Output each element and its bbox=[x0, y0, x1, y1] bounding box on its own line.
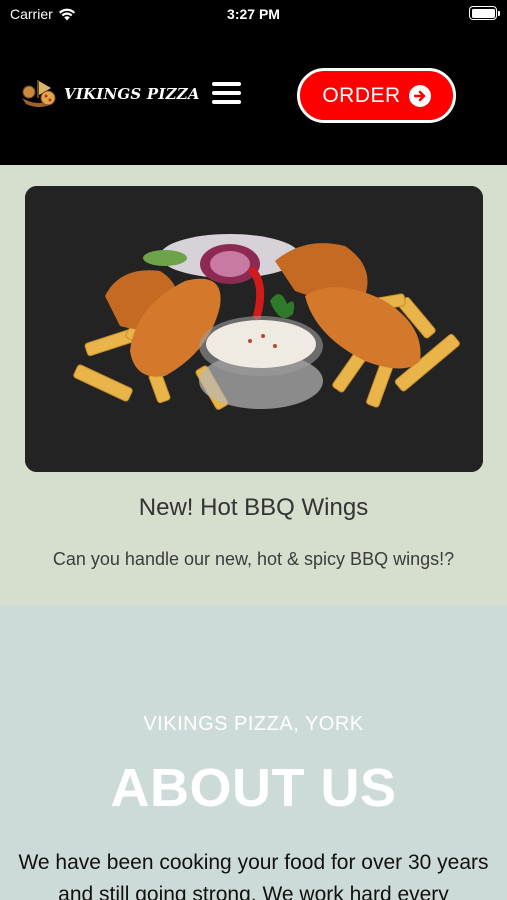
about-title: ABOUT US bbox=[110, 758, 397, 818]
site-header: VIKINGS PIZZA ORDER bbox=[0, 30, 507, 165]
promo-section: New! Hot BBQ Wings Can you handle our ne… bbox=[0, 165, 507, 605]
about-body-text: We have been cooking your food for over … bbox=[18, 851, 489, 900]
battery-icon bbox=[469, 6, 500, 20]
promo-title: New! Hot BBQ Wings bbox=[138, 494, 369, 521]
wings-and-fries-illustration bbox=[25, 186, 483, 472]
bbq-wings-image[interactable] bbox=[25, 186, 483, 472]
about-subtitle: VIKINGS PIZZA, YORK bbox=[143, 713, 364, 735]
viking-ship-icon bbox=[22, 80, 56, 107]
order-button-label: ORDER bbox=[322, 83, 401, 107]
hamburger-menu-icon[interactable] bbox=[212, 82, 244, 108]
arrow-circle-right-icon bbox=[408, 84, 431, 107]
about-section: VIKINGS PIZZA, YORK ABOUT US We have bee… bbox=[0, 605, 507, 900]
vikings-pizza-logo[interactable]: VIKINGS PIZZA bbox=[18, 76, 200, 112]
order-button[interactable]: ORDER bbox=[297, 68, 456, 123]
logo-text: VIKINGS PIZZA bbox=[64, 85, 200, 103]
status-time: 3:27 PM bbox=[227, 6, 280, 22]
promo-description: Can you handle our new, hot & spicy BBQ … bbox=[52, 549, 455, 569]
status-bar: Carrier 3:27 PM bbox=[0, 0, 507, 30]
